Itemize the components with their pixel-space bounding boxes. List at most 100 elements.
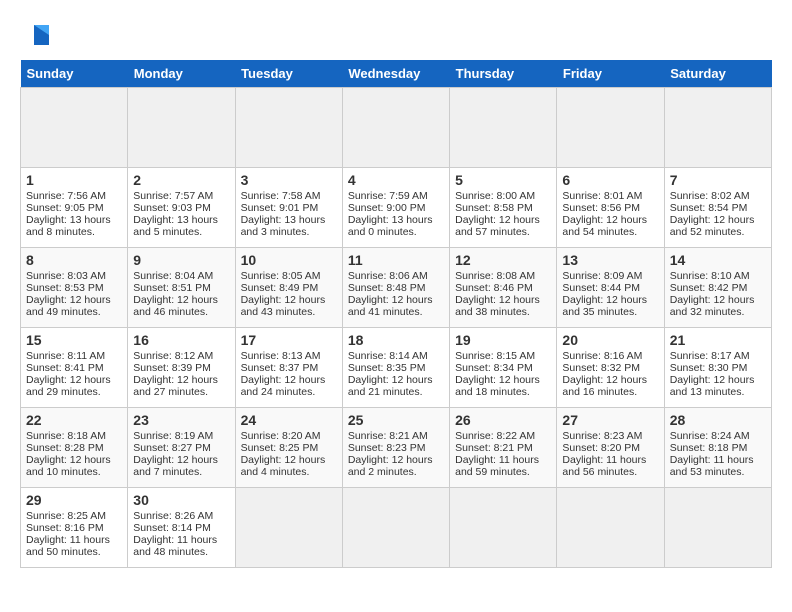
calendar-cell: 16Sunrise: 8:12 AMSunset: 8:39 PMDayligh… <box>128 328 235 408</box>
calendar-cell <box>128 88 235 168</box>
sunrise-text: Sunrise: 8:06 AM <box>348 270 428 282</box>
day-number: 24 <box>241 412 337 428</box>
sunset-text: Sunset: 8:48 PM <box>348 282 426 294</box>
daylight-text: Daylight: 11 hours and 59 minutes. <box>455 454 539 478</box>
sunset-text: Sunset: 8:53 PM <box>26 282 104 294</box>
sunrise-text: Sunrise: 8:05 AM <box>241 270 321 282</box>
logo-icon <box>24 20 54 50</box>
sunrise-text: Sunrise: 8:19 AM <box>133 430 213 442</box>
daylight-text: Daylight: 12 hours and 2 minutes. <box>348 454 433 478</box>
calendar-cell: 11Sunrise: 8:06 AMSunset: 8:48 PMDayligh… <box>342 248 449 328</box>
sunset-text: Sunset: 9:01 PM <box>241 202 319 214</box>
column-header-sunday: Sunday <box>21 60 128 88</box>
daylight-text: Daylight: 12 hours and 13 minutes. <box>670 374 755 398</box>
calendar-cell: 29Sunrise: 8:25 AMSunset: 8:16 PMDayligh… <box>21 488 128 568</box>
column-header-friday: Friday <box>557 60 664 88</box>
sunset-text: Sunset: 8:14 PM <box>133 522 211 534</box>
sunset-text: Sunset: 8:32 PM <box>562 362 640 374</box>
daylight-text: Daylight: 12 hours and 41 minutes. <box>348 294 433 318</box>
day-number: 13 <box>562 252 658 268</box>
daylight-text: Daylight: 12 hours and 38 minutes. <box>455 294 540 318</box>
calendar-cell: 5Sunrise: 8:00 AMSunset: 8:58 PMDaylight… <box>450 168 557 248</box>
sunset-text: Sunset: 8:35 PM <box>348 362 426 374</box>
column-header-wednesday: Wednesday <box>342 60 449 88</box>
calendar-cell: 27 Sunrise: 8:23 AMSunset: 8:20 PMDayligh… <box>557 408 664 488</box>
calendar-cell <box>342 88 449 168</box>
header-row: SundayMondayTuesdayWednesdayThursdayFrid… <box>21 60 772 88</box>
daylight-text: Daylight: 12 hours and 29 minutes. <box>26 374 111 398</box>
calendar-cell: 2Sunrise: 7:57 AMSunset: 9:03 PMDaylight… <box>128 168 235 248</box>
sunset-text: Sunset: 9:05 PM <box>26 202 104 214</box>
sunrise-text: Sunrise: 8:22 AM <box>455 430 535 442</box>
daylight-text: Daylight: 12 hours and 43 minutes. <box>241 294 326 318</box>
daylight-text: Daylight: 12 hours and 18 minutes. <box>455 374 540 398</box>
sunset-text: Sunset: 8:28 PM <box>26 442 104 454</box>
sunset-text: Sunset: 8:56 PM <box>562 202 640 214</box>
calendar-cell: 3Sunrise: 7:58 AMSunset: 9:01 PMDaylight… <box>235 168 342 248</box>
day-number: 7 <box>670 172 766 188</box>
sunrise-text: Sunrise: 8:15 AM <box>455 350 535 362</box>
daylight-text: Daylight: 11 hours and 56 minutes. <box>562 454 646 478</box>
sunrise-text: Sunrise: 8:20 AM <box>241 430 321 442</box>
calendar-cell: 23Sunrise: 8:19 AMSunset: 8:27 PMDayligh… <box>128 408 235 488</box>
day-number: 3 <box>241 172 337 188</box>
page-header <box>20 20 772 50</box>
calendar-cell: 17Sunrise: 8:13 AMSunset: 8:37 PMDayligh… <box>235 328 342 408</box>
calendar-cell <box>21 88 128 168</box>
day-number: 8 <box>26 252 122 268</box>
day-number: 17 <box>241 332 337 348</box>
calendar-cell: 13Sunrise: 8:09 AMSunset: 8:44 PMDayligh… <box>557 248 664 328</box>
calendar-cell: 8Sunrise: 8:03 AMSunset: 8:53 PMDaylight… <box>21 248 128 328</box>
sunset-text: Sunset: 8:37 PM <box>241 362 319 374</box>
sunrise-text: Sunrise: 8:03 AM <box>26 270 106 282</box>
calendar-cell: 7Sunrise: 8:02 AMSunset: 8:54 PMDaylight… <box>664 168 771 248</box>
calendar-cell: 30Sunrise: 8:26 AMSunset: 8:14 PMDayligh… <box>128 488 235 568</box>
day-number: 4 <box>348 172 444 188</box>
daylight-text: Daylight: 12 hours and 32 minutes. <box>670 294 755 318</box>
sunset-text: Sunset: 8:39 PM <box>133 362 211 374</box>
day-number: 30 <box>133 492 229 508</box>
daylight-text: Daylight: 12 hours and 54 minutes. <box>562 214 647 238</box>
day-number: 18 <box>348 332 444 348</box>
calendar-cell: 25Sunrise: 8:21 AMSunset: 8:23 PMDayligh… <box>342 408 449 488</box>
calendar-cell <box>235 88 342 168</box>
day-number: 1 <box>26 172 122 188</box>
sunset-text: Sunset: 8:18 PM <box>670 442 748 454</box>
logo <box>20 20 54 50</box>
sunset-text: Sunset: 9:03 PM <box>133 202 211 214</box>
day-number: 10 <box>241 252 337 268</box>
day-number: 22 <box>26 412 122 428</box>
sunrise-text: Sunrise: 8:23 AM <box>562 430 642 442</box>
daylight-text: Daylight: 12 hours and 46 minutes. <box>133 294 218 318</box>
sunrise-text: Sunrise: 7:58 AM <box>241 190 321 202</box>
sunrise-text: Sunrise: 8:25 AM <box>26 510 106 522</box>
calendar-week-0 <box>21 88 772 168</box>
daylight-text: Daylight: 12 hours and 52 minutes. <box>670 214 755 238</box>
sunset-text: Sunset: 8:54 PM <box>670 202 748 214</box>
sunset-text: Sunset: 8:27 PM <box>133 442 211 454</box>
calendar-cell <box>450 488 557 568</box>
sunset-text: Sunset: 8:23 PM <box>348 442 426 454</box>
daylight-text: Daylight: 13 hours and 5 minutes. <box>133 214 218 238</box>
day-number: 26 <box>455 412 551 428</box>
day-number: 27 <box>562 412 658 428</box>
day-number: 29 <box>26 492 122 508</box>
daylight-text: Daylight: 12 hours and 21 minutes. <box>348 374 433 398</box>
sunrise-text: Sunrise: 8:18 AM <box>26 430 106 442</box>
daylight-text: Daylight: 12 hours and 10 minutes. <box>26 454 111 478</box>
calendar-cell: 24Sunrise: 8:20 AMSunset: 8:25 PMDayligh… <box>235 408 342 488</box>
sunset-text: Sunset: 8:41 PM <box>26 362 104 374</box>
calendar-cell: 14Sunrise: 8:10 AMSunset: 8:42 PMDayligh… <box>664 248 771 328</box>
day-number: 12 <box>455 252 551 268</box>
calendar-cell <box>664 488 771 568</box>
sunrise-text: Sunrise: 8:08 AM <box>455 270 535 282</box>
calendar-cell: 4Sunrise: 7:59 AMSunset: 9:00 PMDaylight… <box>342 168 449 248</box>
sunrise-text: Sunrise: 8:13 AM <box>241 350 321 362</box>
calendar-cell: 18Sunrise: 8:14 AMSunset: 8:35 PMDayligh… <box>342 328 449 408</box>
sunset-text: Sunset: 8:20 PM <box>562 442 640 454</box>
daylight-text: Daylight: 11 hours and 53 minutes. <box>670 454 754 478</box>
daylight-text: Daylight: 13 hours and 0 minutes. <box>348 214 433 238</box>
daylight-text: Daylight: 12 hours and 27 minutes. <box>133 374 218 398</box>
sunrise-text: Sunrise: 7:59 AM <box>348 190 428 202</box>
calendar-week-2: 8 Sunrise: 8:03 AMSunset: 8:53 PM Daylight… <box>21 248 772 328</box>
